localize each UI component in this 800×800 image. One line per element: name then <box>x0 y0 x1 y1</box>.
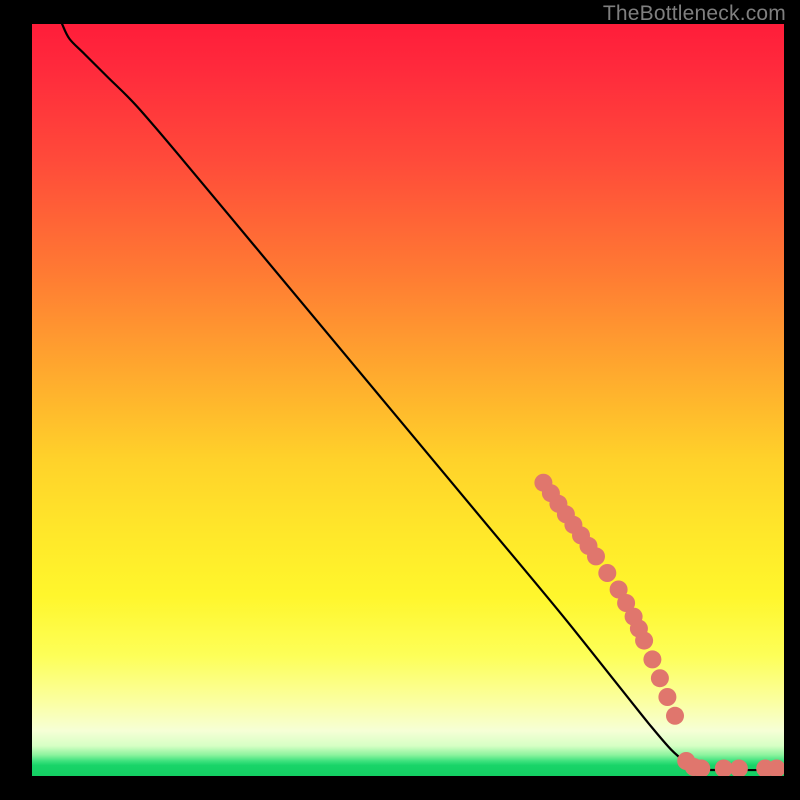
attribution-label: TheBottleneck.com <box>603 2 786 26</box>
marker-point <box>658 688 676 706</box>
chart-stage: TheBottleneck.com <box>0 0 800 800</box>
marker-point <box>651 669 669 687</box>
marker-point <box>730 760 748 777</box>
marker-point <box>587 547 605 565</box>
chart-svg <box>32 24 784 776</box>
bottleneck-curve <box>62 24 784 770</box>
marker-point <box>635 632 653 650</box>
marker-point <box>643 650 661 668</box>
marker-point <box>598 564 616 582</box>
marker-point <box>666 707 684 725</box>
plot-area <box>32 24 784 776</box>
marker-group <box>534 474 784 776</box>
